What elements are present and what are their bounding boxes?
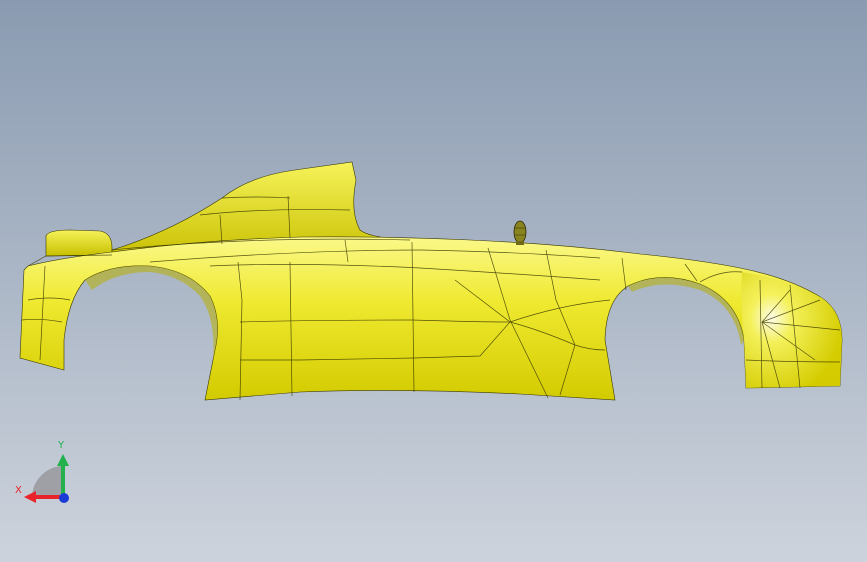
y-axis-label: Y xyxy=(58,440,65,451)
z-axis-dot xyxy=(59,493,69,503)
cad-3d-viewport[interactable]: Y X xyxy=(0,0,867,562)
x-axis-label: X xyxy=(15,485,22,496)
rear-wing-top xyxy=(45,229,113,257)
scene-canvas[interactable] xyxy=(0,0,867,562)
y-axis-arrow xyxy=(57,454,69,466)
axis-triad-graphic xyxy=(24,454,69,503)
x-axis-arrow xyxy=(24,491,36,503)
axis-triad[interactable]: Y X xyxy=(10,440,80,510)
xy-plane-indicator xyxy=(32,466,62,496)
